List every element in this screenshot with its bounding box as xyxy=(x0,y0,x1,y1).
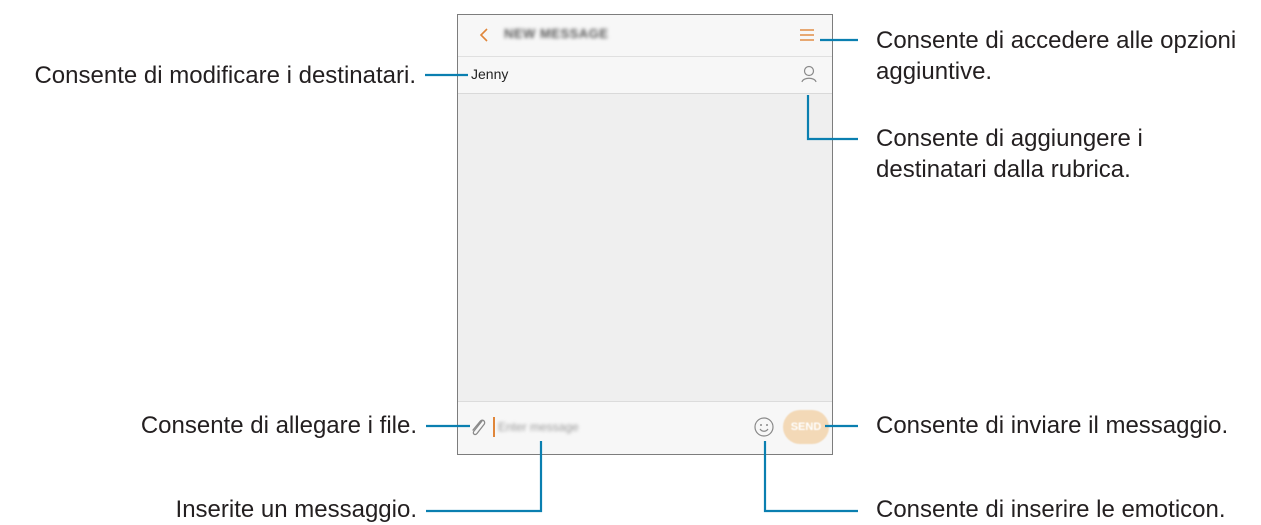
callout-add-from-contacts-line2: destinatari dalla rubrica. xyxy=(876,156,1131,183)
callout-edit-recipients: Consente di modificare i destinatari. xyxy=(34,62,416,89)
callout-more-options-line2: aggiuntive. xyxy=(876,58,993,85)
leader-line-emoticon xyxy=(763,441,858,513)
callout-more-options: Consente di accedere alle opzioni aggiun… xyxy=(876,25,1236,87)
callout-insert-emoticons: Consente di inserire le emoticon. xyxy=(876,496,1226,523)
callout-add-from-contacts: Consente di aggiungere i destinatari dal… xyxy=(876,123,1143,185)
leader-line-input xyxy=(426,441,543,513)
callout-send-message: Consente di inviare il messaggio. xyxy=(876,412,1229,439)
callout-more-options-line1: Consente di accedere alle opzioni xyxy=(876,27,1237,54)
leader-line-contacts xyxy=(806,95,858,141)
callout-add-from-contacts-line1: Consente di aggiungere i xyxy=(876,125,1143,152)
callout-attach-files: Consente di allegare i file. xyxy=(140,412,417,439)
callout-enter-message: Inserite un messaggio. xyxy=(175,496,417,523)
